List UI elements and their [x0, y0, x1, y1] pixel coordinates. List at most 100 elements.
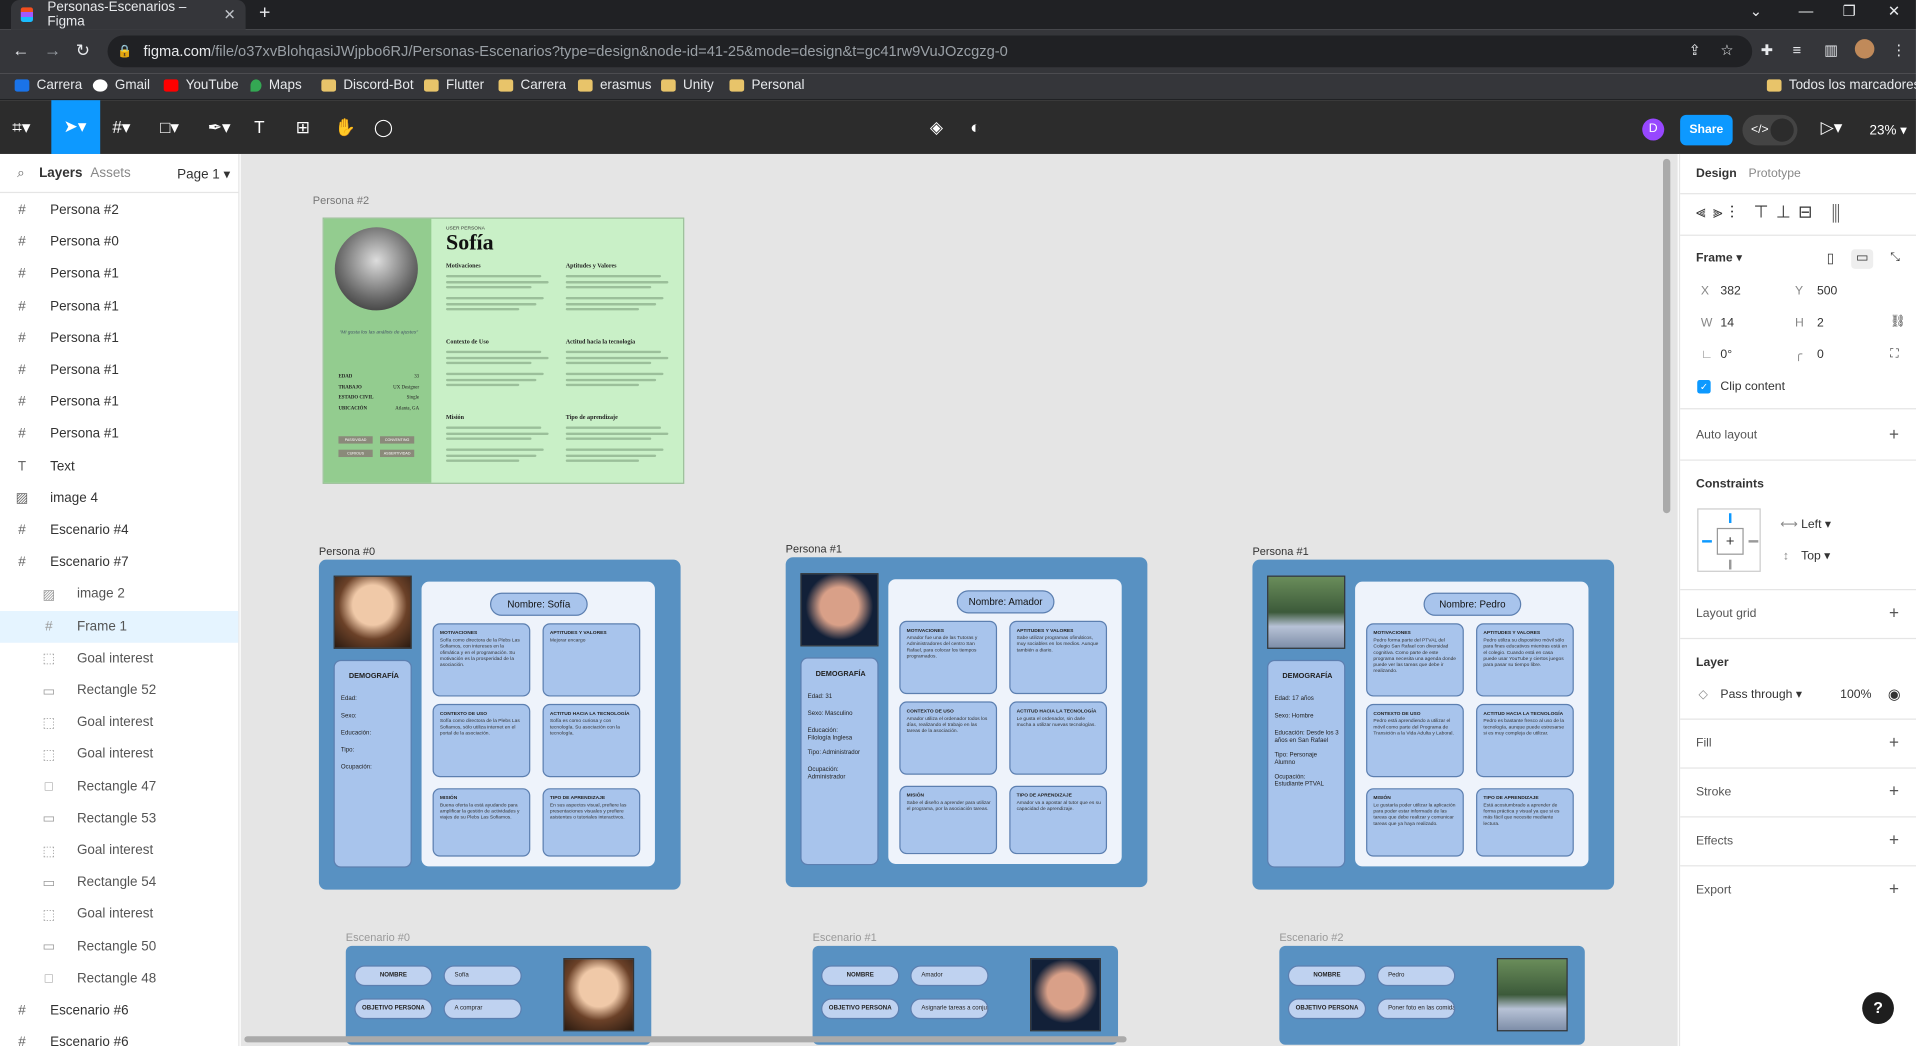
layer-row[interactable]: # Persona #1 — [0, 258, 238, 290]
resources-icon[interactable]: ⊞ — [296, 117, 310, 138]
horizontal-scrollbar[interactable] — [244, 1036, 1127, 1043]
bookmark-carrera[interactable]: Carrera — [14, 78, 82, 93]
portrait-icon[interactable]: ▯ — [1827, 251, 1834, 267]
layer-row[interactable]: # Persona #1 — [0, 322, 238, 354]
layer-row[interactable]: ▭ Rectangle 53 — [0, 803, 238, 835]
blend-mode-select[interactable]: Pass through ▾ — [1720, 688, 1802, 701]
vertical-scrollbar[interactable] — [1663, 158, 1671, 514]
layer-row[interactable]: ⬚ Goal interest — [0, 739, 238, 771]
frame-tool-icon[interactable]: #▾ — [112, 117, 130, 138]
layer-row[interactable]: # Escenario #4 — [0, 514, 238, 546]
new-tab-icon[interactable]: + — [259, 2, 270, 24]
all-bookmarks[interactable]: Todos los marcadores — [1766, 78, 1916, 93]
back-icon[interactable]: ← — [12, 40, 29, 60]
bookmark-star-icon[interactable]: ☆ — [1720, 42, 1733, 59]
visibility-eye-icon[interactable]: ◉ — [1888, 686, 1901, 703]
restore-icon[interactable]: ❐ — [1843, 2, 1856, 19]
layer-row[interactable]: ▭ Rectangle 50 — [0, 931, 238, 963]
forward-icon[interactable]: → — [44, 40, 61, 60]
move-tool[interactable]: ➤▾ — [51, 100, 101, 154]
layer-row[interactable]: T Text — [0, 450, 238, 482]
help-button[interactable]: ? — [1862, 992, 1894, 1025]
vertical-constraint-select[interactable]: Top ▾ — [1801, 550, 1830, 563]
bookmark-personal[interactable]: Personal — [729, 78, 805, 93]
corner-radius-field[interactable]: 0 — [1817, 348, 1824, 361]
minimize-icon[interactable]: — — [1799, 2, 1814, 19]
layer-row[interactable]: ⬚ Goal interest — [0, 899, 238, 931]
independent-corners-icon[interactable]: ⛶ — [1890, 347, 1899, 360]
layer-row[interactable]: □ Rectangle 48 — [0, 963, 238, 995]
layer-row[interactable]: # Persona #1 — [0, 354, 238, 386]
x-field[interactable]: 382 — [1720, 285, 1740, 298]
present-icon[interactable]: ▷▾ — [1821, 117, 1843, 138]
tab-layers[interactable]: Layers — [39, 166, 82, 181]
layer-row[interactable]: ⬚ Goal interest — [0, 835, 238, 867]
bookmark-unity[interactable]: Unity — [661, 78, 714, 93]
browser-tab[interactable]: Personas-Escenarios – Figma ✕ — [10, 0, 246, 30]
tab-prototype[interactable]: Prototype — [1749, 167, 1801, 180]
main-menu-icon[interactable]: ⌗▾ — [12, 117, 30, 138]
layer-row[interactable]: ▨ image 2 — [0, 578, 238, 610]
horizontal-constraint-select[interactable]: Left ▾ — [1801, 518, 1831, 531]
layer-row[interactable]: # Persona #0 — [0, 226, 238, 258]
bookmark-maps[interactable]: Maps — [250, 78, 302, 93]
extensions-icon[interactable]: ✚ — [1761, 42, 1773, 59]
width-field[interactable]: 14 — [1720, 316, 1734, 329]
components-icon[interactable]: ◈ — [930, 117, 943, 138]
share-button[interactable]: Share — [1680, 114, 1733, 146]
tab-search-icon[interactable]: ⌄ — [1750, 2, 1762, 19]
layer-row[interactable]: # Persona #2 — [0, 194, 238, 226]
add-fill-icon[interactable]: + — [1889, 732, 1899, 752]
y-field[interactable]: 500 — [1817, 285, 1837, 298]
address-bar[interactable]: 🔒 figma.com /file/o37xvBlohqasiJWjpbo6RJ… — [107, 35, 1753, 68]
height-field[interactable]: 2 — [1817, 316, 1824, 329]
page-selector[interactable]: Page 1 ▾ — [177, 166, 230, 182]
frame-type-select[interactable]: Frame ▾ — [1696, 252, 1742, 265]
add-layout-grid-icon[interactable]: + — [1889, 602, 1899, 622]
constrain-proportions-icon[interactable]: ⛓ — [1890, 315, 1906, 328]
bookmark-flutter[interactable]: Flutter — [423, 78, 484, 93]
add-export-icon[interactable]: + — [1889, 879, 1899, 899]
bookmark-carrera-folder[interactable]: Carrera — [498, 78, 566, 93]
text-tool-icon[interactable]: T — [254, 117, 264, 137]
pen-tool-icon[interactable]: ✒▾ — [208, 117, 231, 138]
comment-tool-icon[interactable]: ◯ — [374, 117, 393, 138]
layer-row[interactable]: # Escenario #7 — [0, 546, 238, 578]
layer-row[interactable]: # Escenario #6 — [0, 995, 238, 1027]
resize-to-fit-icon[interactable]: ⤡ — [1890, 251, 1900, 264]
close-window-icon[interactable]: ✕ — [1888, 2, 1900, 19]
add-effect-icon[interactable]: + — [1889, 830, 1899, 850]
side-panel-icon[interactable]: ▥ — [1824, 42, 1838, 59]
add-auto-layout-icon[interactable]: + — [1889, 424, 1899, 444]
layer-row[interactable]: ▭ Rectangle 52 — [0, 675, 238, 707]
menu-icon[interactable]: ⋮ — [1892, 42, 1907, 59]
bookmark-gmail[interactable]: Gmail — [92, 78, 150, 93]
landscape-icon[interactable]: ▭ — [1851, 249, 1874, 269]
layer-row[interactable]: # Frame 1 — [0, 610, 239, 643]
layer-row[interactable]: # Persona #1 — [0, 418, 238, 450]
shape-tool-icon[interactable]: □▾ — [160, 117, 179, 138]
right-constraint[interactable] — [1748, 540, 1759, 543]
layer-row[interactable]: # Persona #1 — [0, 290, 238, 322]
top-constraint[interactable] — [1728, 513, 1732, 524]
layer-row[interactable]: □ Rectangle 47 — [0, 771, 238, 803]
bottom-constraint[interactable] — [1728, 559, 1732, 570]
contrast-icon[interactable]: ◐ — [970, 117, 980, 137]
user-avatar[interactable]: D — [1642, 118, 1665, 141]
browser-profile-avatar[interactable] — [1854, 39, 1875, 59]
alignment-icons[interactable]: ⫷⫸⫶ ⊤⊥⊟ ⫼ — [1696, 202, 1847, 223]
constraints-widget[interactable]: + — [1697, 508, 1761, 572]
zoom-level[interactable]: 23% ▾ — [1870, 122, 1907, 138]
bookmark-youtube[interactable]: YouTube — [163, 78, 239, 93]
media-icon[interactable]: ≡ — [1793, 42, 1802, 59]
tab-design[interactable]: Design — [1696, 167, 1737, 180]
reload-icon[interactable]: ↻ — [76, 40, 90, 61]
dev-mode-toggle[interactable]: </> — [1742, 114, 1798, 146]
bookmark-erasmus[interactable]: erasmus — [577, 78, 652, 93]
layer-row[interactable]: ▨ image 4 — [0, 482, 238, 514]
close-tab-icon[interactable]: ✕ — [224, 6, 236, 23]
bookmark-discord-bot[interactable]: Discord-Bot — [321, 78, 414, 93]
clip-content-checkbox[interactable]: ✓ — [1697, 380, 1711, 394]
layer-row[interactable]: ⬚ Goal interest — [0, 707, 238, 739]
hand-tool-icon[interactable]: ✋ — [335, 117, 356, 138]
